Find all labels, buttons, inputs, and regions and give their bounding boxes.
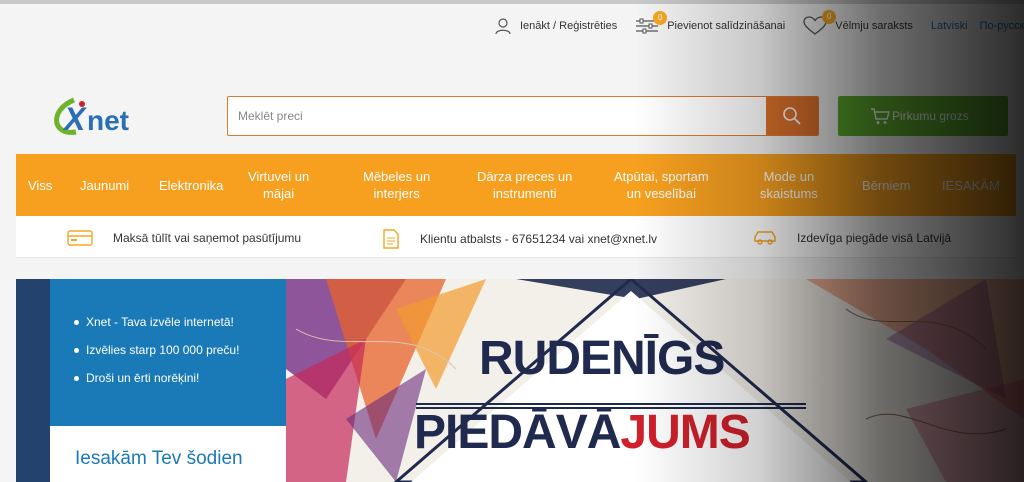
nav-item-recommend[interactable]: IESAKĀM <box>942 177 1000 194</box>
info-payment: Maksā tūlīt vai saņemot pasūtījumu <box>67 229 301 247</box>
feature-list: Xnet - Tava izvēle internetā! Izvēlies s… <box>74 315 239 399</box>
feature-item: Droši un ērti norēķini! <box>74 371 239 385</box>
cart-button[interactable]: Pirkumu grozs <box>838 96 1008 136</box>
headline-line2-part1: PIEDĀVĀ <box>414 406 621 459</box>
compare-count-badge: 0 <box>653 11 668 25</box>
headline-line1: RUDENĪGS <box>479 332 725 385</box>
wishlist-label: Vēlmju saraksts <box>835 20 913 32</box>
info-support-label: Klientu atbalsts - 67651234 vai xnet@xne… <box>420 232 657 246</box>
recommend-box[interactable]: Iesakām Tev šodien <box>50 426 286 482</box>
recommend-title: Iesakām Tev šodien <box>75 448 243 469</box>
search-button[interactable] <box>766 97 818 135</box>
language-russian-link[interactable]: По-русски <box>980 20 1024 32</box>
nav-item-garden[interactable]: Dārza preces un instrumenti <box>477 168 572 202</box>
xnet-logo-icon: X net <box>54 97 129 137</box>
svg-text:net: net <box>87 105 129 136</box>
user-icon <box>495 18 511 35</box>
login-label: Ienākt / Reģistrēties <box>520 20 618 32</box>
nav-item-furniture[interactable]: Mēbeles un interjers <box>363 168 430 202</box>
search-icon <box>783 107 801 125</box>
category-nav: Viss Jaunumi Elektronika Virtuvei un māj… <box>16 154 1016 216</box>
cart-icon <box>871 108 890 124</box>
info-bar: Maksā tūlīt vai saņemot pasūtījumu Klien… <box>16 216 1016 258</box>
autumn-promo-banner[interactable]: RUDENĪGS PIEDĀVĀJUMS <box>286 279 1024 482</box>
nav-item-kitchen-home[interactable]: Virtuvei un mājai <box>248 168 309 202</box>
nav-item-leisure-sport[interactable]: Atpūtai, sportam un veselībai <box>614 168 709 202</box>
info-support: Klientu atbalsts - 67651234 vai xnet@xne… <box>382 229 657 249</box>
info-payment-label: Maksā tūlīt vai saņemot pasūtījumu <box>113 231 302 245</box>
compare-label: Pievienot salīdzināšanai <box>667 20 786 32</box>
compare-link[interactable]: 0 Pievienot salīdzināšanai <box>635 11 786 35</box>
sidebar-edge <box>16 279 50 482</box>
hero-banner: Xnet - Tava izvēle internetā! Izvēlies s… <box>16 279 1024 482</box>
info-delivery-label: Izdevīga piegāde visā Latvijā <box>797 231 952 245</box>
feature-item: Xnet - Tava izvēle internetā! <box>74 315 239 329</box>
promo-sidebar: Xnet - Tava izvēle internetā! Izvēlies s… <box>16 279 286 482</box>
wishlist-link[interactable]: 0 Vēlmju saraksts <box>803 10 913 36</box>
nav-item-fashion-beauty[interactable]: Mode un skaistums <box>760 168 818 202</box>
search-bar <box>227 96 819 136</box>
wishlist-count-badge: 0 <box>822 10 837 24</box>
nav-item-all[interactable]: Viss <box>28 177 52 194</box>
cart-label: Pirkumu grozs <box>892 109 969 123</box>
top-links: Ienākt / Reģistrēties 0 Pievienot salīdz… <box>494 10 1024 36</box>
car-icon <box>754 231 776 245</box>
info-delivery: Izdevīga piegāde visā Latvijā <box>753 229 951 247</box>
document-icon <box>383 229 399 249</box>
language-latvian-link[interactable]: Latviski <box>931 20 968 32</box>
headline-line2-part2: JUMS <box>620 406 750 459</box>
nav-item-electronics[interactable]: Elektronika <box>159 177 223 194</box>
login-link[interactable]: Ienākt / Reģistrēties <box>494 17 617 35</box>
nav-item-children[interactable]: Bērniem <box>862 177 910 194</box>
search-input[interactable] <box>228 97 766 135</box>
headline-line2: PIEDĀVĀJUMS <box>414 405 751 460</box>
nav-item-new[interactable]: Jaunumi <box>80 177 129 194</box>
payment-card-icon <box>67 230 93 246</box>
xnet-logo[interactable]: X net <box>54 90 164 145</box>
feature-item: Izvēlies starp 100 000 preču! <box>74 343 239 357</box>
